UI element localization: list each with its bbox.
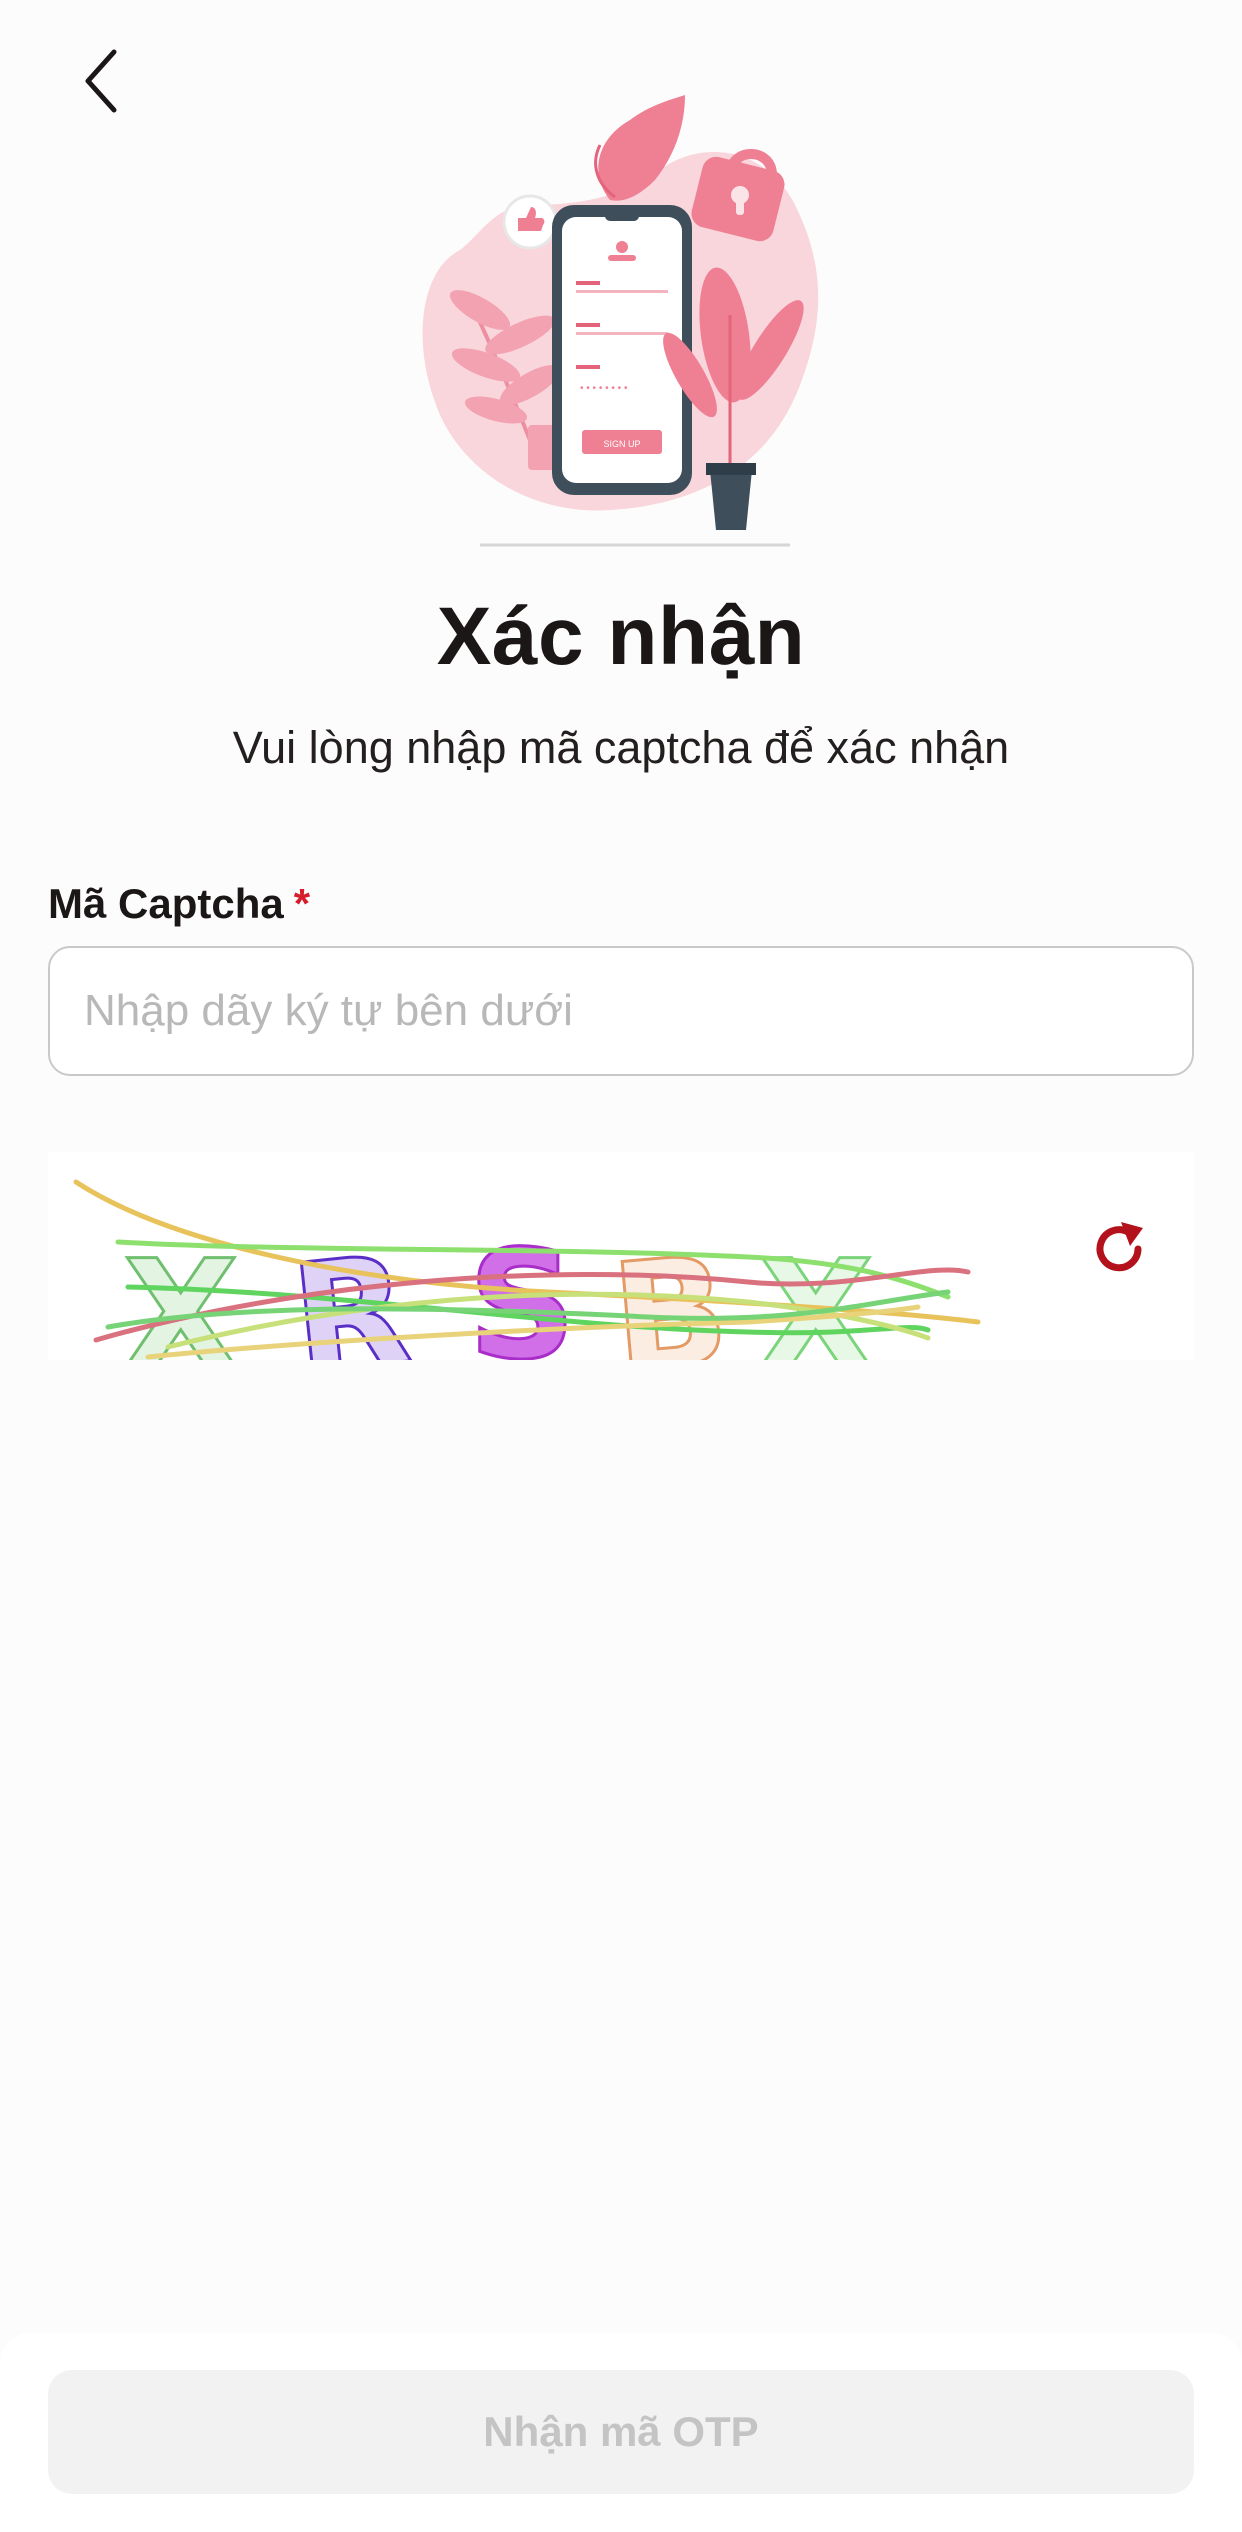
back-button[interactable] xyxy=(72,44,132,118)
refresh-captcha-button[interactable] xyxy=(1088,1218,1150,1280)
hero-signup-text: SIGN UP xyxy=(603,439,640,449)
captcha-char-4: B xyxy=(606,1224,735,1360)
page-subtitle: Vui lòng nhập mã captcha để xác nhận xyxy=(232,722,1010,773)
svg-text:• • • • • • • •: • • • • • • • • xyxy=(580,383,628,394)
required-mark: * xyxy=(293,880,311,927)
captcha-image: X R S B X xyxy=(48,1152,1194,1360)
page-title: Xác nhận xyxy=(436,591,806,682)
captcha-char-1: X xyxy=(123,1229,239,1360)
get-otp-button[interactable]: Nhận mã OTP xyxy=(48,2370,1194,2494)
captcha-label: Mã Captcha * xyxy=(48,880,310,928)
captcha-input[interactable] xyxy=(48,946,1194,1076)
hero-illustration: • • • • • • • • SIGN UP xyxy=(400,85,840,550)
refresh-icon xyxy=(1096,1222,1143,1272)
captcha-char-5: X xyxy=(758,1229,874,1360)
captcha-label-text: Mã Captcha xyxy=(48,880,284,927)
chevron-left-icon xyxy=(85,49,117,113)
